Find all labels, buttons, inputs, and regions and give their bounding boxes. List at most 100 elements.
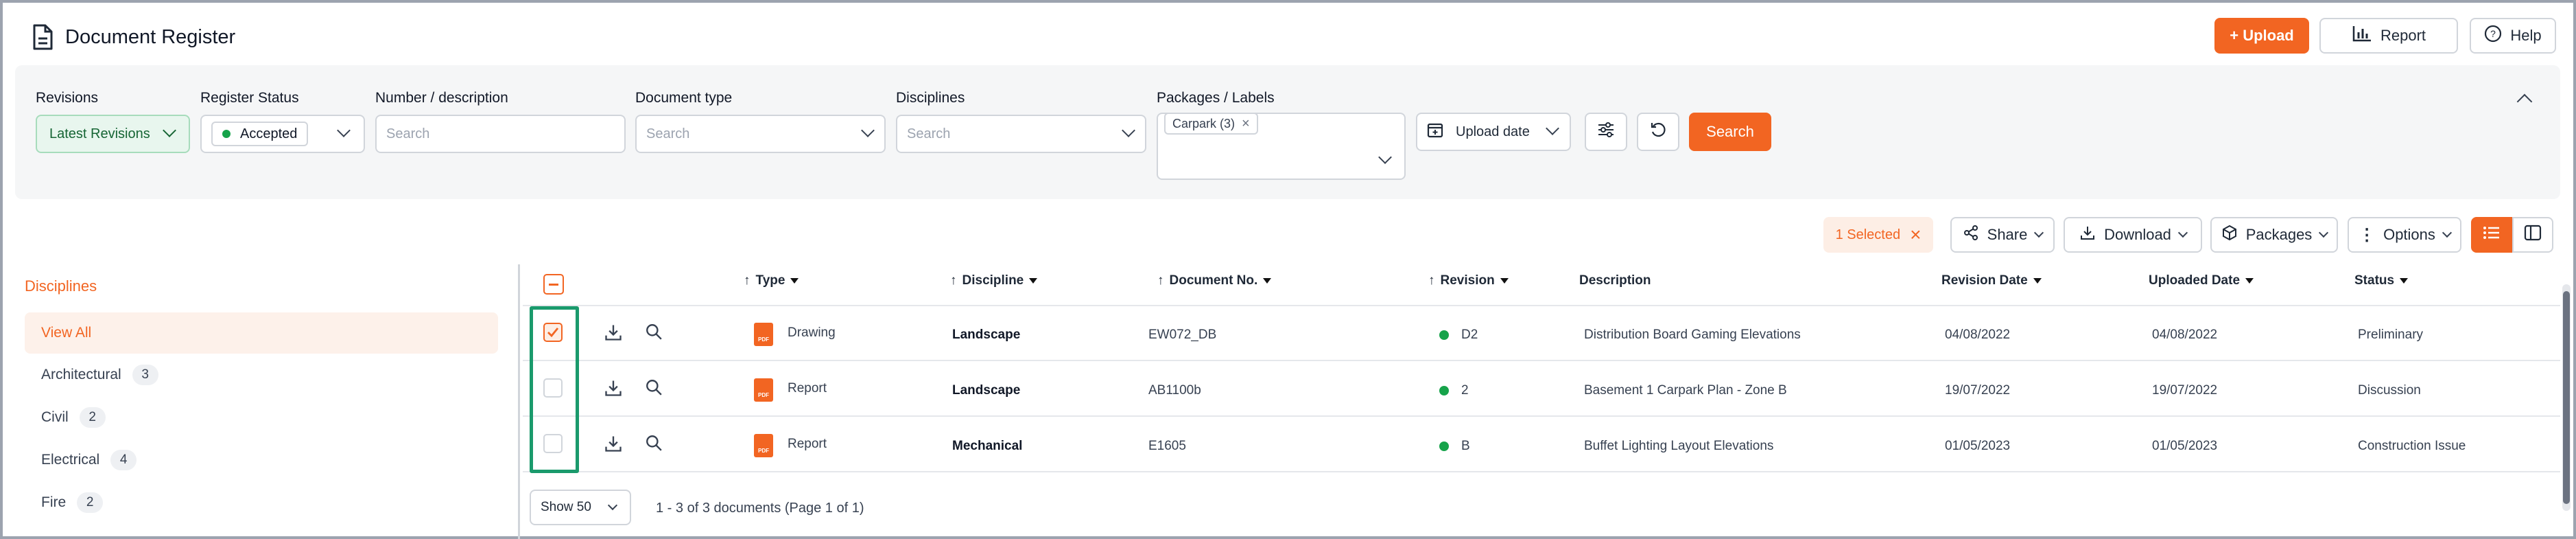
sort-caret-icon [2245,278,2254,284]
number-description-input[interactable]: Search [375,115,626,153]
select-all-checkbox[interactable] [543,274,564,295]
sort-caret-icon [790,278,799,284]
column-status[interactable]: Status [2354,273,2409,288]
package-tag: Carpark (3) × [1164,113,1258,135]
register-status-value: Accepted [240,126,298,141]
package-icon [2221,225,2238,245]
document-icon [30,23,55,54]
revisions-select[interactable]: Latest Revisions [36,115,190,153]
status-dot [1439,330,1449,340]
table-header [523,264,2560,306]
download-icon[interactable] [604,434,623,457]
search-button[interactable]: Search [1689,113,1771,151]
sidebar-item-architectural[interactable]: Architectural 3 [25,354,498,395]
row-description: Basement 1 Carpark Plan - Zone B [1584,383,1787,398]
download-button[interactable]: Download [2064,217,2202,253]
row-type: Report [788,381,827,395]
column-document-no[interactable]: ↑ Document No. [1157,273,1272,288]
sidebar-item-fire[interactable]: Fire 2 [25,482,498,523]
column-uploaded-date[interactable]: Uploaded Date [2149,273,2254,288]
sidebar-item-label: Civil [41,409,69,425]
options-icon: ⋮ [2359,225,2376,244]
remove-tag-icon[interactable]: × [1242,116,1250,132]
search-icon[interactable] [645,323,663,344]
column-description[interactable]: Description [1579,273,1651,288]
sort-caret-icon [2400,278,2409,284]
row-uploaded-date: 01/05/2023 [2152,439,2218,453]
register-status-select[interactable]: Accepted [200,115,365,153]
sidebar-item-label: Electrical [41,452,100,468]
column-type[interactable]: ↑ Type [744,273,799,288]
packages-button[interactable]: Packages [2210,217,2338,253]
download-icon[interactable] [604,378,623,401]
table-row[interactable] [523,362,2560,417]
package-tag-label: Carpark (3) [1172,116,1236,130]
chevron-down-icon [2034,227,2044,238]
table-row[interactable] [523,417,2560,472]
revisions-value: Latest Revisions [49,126,150,141]
sidebar-title: Disciplines [25,277,97,295]
selected-badge: 1 Selected × [1823,217,1933,253]
report-label: Report [2380,27,2426,44]
count-badge: 2 [77,492,104,513]
sidebar-item-civil[interactable]: Civil 2 [25,397,498,438]
column-revision-date[interactable]: Revision Date [1941,273,2042,288]
page-title: Document Register [65,26,236,48]
reset-button[interactable] [1637,113,1679,151]
row-revision-date: 04/08/2022 [1945,328,2011,342]
sidebar-item-label: Architectural [41,367,121,382]
list-view-icon [2483,225,2501,244]
chevron-down-icon [1378,150,1392,164]
search-icon[interactable] [645,378,663,400]
row-uploaded-date: 04/08/2022 [2152,328,2218,342]
count-badge: 2 [79,407,106,428]
disciplines-select[interactable]: Search [896,115,1146,153]
share-button[interactable]: Share [1950,217,2055,253]
document-type-select[interactable]: Search [635,115,886,153]
status-dot [1439,385,1449,395]
report-chart-icon [2352,25,2372,47]
page-size-value: Show 50 [541,500,591,514]
row-description: Distribution Board Gaming Elevations [1584,328,1801,342]
pdf-icon: PDF [754,434,773,457]
row-type: Report [788,437,827,451]
options-label: Options [2383,226,2435,243]
download-icon[interactable] [604,323,623,345]
scrollbar-thumb[interactable] [2563,291,2570,504]
row-status: Construction Issue [2358,439,2466,453]
row-document-no[interactable]: EW072_DB [1148,328,1216,343]
filter-settings-button[interactable] [1585,113,1627,151]
number-description-label: Number / description [375,90,508,106]
sort-caret-icon [1029,278,1038,284]
chevron-down-icon [1546,122,1559,135]
sort-caret-icon [1500,278,1509,284]
clear-selection-icon[interactable]: × [1910,225,1921,244]
upload-button[interactable]: + Upload [2214,18,2309,54]
page-size-select[interactable]: Show 50 [530,490,631,525]
upload-date-select[interactable]: Upload date [1416,113,1571,151]
column-revision[interactable]: ↑ Revision [1428,273,1509,288]
search-placeholder: Search [907,126,951,141]
checkbox-column-highlight [530,306,579,473]
row-document-no[interactable]: E1605 [1148,439,1186,454]
sidebar-item-electrical[interactable]: Electrical 4 [25,439,498,481]
split-view-button[interactable] [2512,217,2553,253]
row-document-no[interactable]: AB1100b [1148,383,1201,398]
row-revision: D2 [1439,328,1478,343]
options-button[interactable]: ⋮ Options [2348,217,2461,253]
sidebar-item-view-all[interactable]: View All [25,312,498,354]
search-icon[interactable] [645,434,663,455]
chevron-down-icon [2442,227,2452,238]
count-badge: 4 [110,450,137,470]
pagination-summary: 1 - 3 of 3 documents (Page 1 of 1) [656,501,864,516]
list-view-button[interactable] [2471,217,2512,253]
filter-settings-icon [1596,121,1616,143]
chevron-down-icon [163,124,176,137]
status-tag: Accepted [211,122,309,146]
upload-date-label: Upload date [1456,124,1530,139]
sort-caret-icon [1263,278,1272,284]
help-button[interactable]: ? Help [2470,18,2556,54]
report-button[interactable]: Report [2319,18,2458,54]
sort-arrow-icon: ↑ [744,273,751,288]
column-discipline[interactable]: ↑ Discipline [950,273,1038,288]
